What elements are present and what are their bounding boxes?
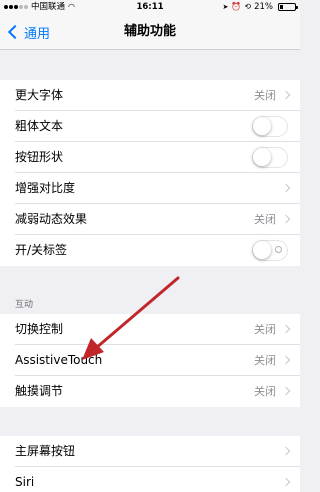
status-bar: 中国联通 ◠ 16:11 ➤ ⏰ ⟲ 21% xyxy=(0,0,300,14)
row-label: 主屏幕按钮 xyxy=(15,444,76,458)
row-label: Siri xyxy=(15,475,35,489)
row-value: 关闭 xyxy=(254,213,276,226)
on-off-labels-toggle[interactable] xyxy=(252,240,288,261)
row-reduce-motion[interactable]: 减弱动态效果 关闭 xyxy=(0,204,300,235)
row-label: 粗体文本 xyxy=(15,119,64,133)
chevron-right-icon xyxy=(281,446,291,456)
status-right: ➤ ⏰ ⟲ 21% xyxy=(222,0,298,14)
chevron-right-icon xyxy=(281,386,291,396)
row-label: 切换控制 xyxy=(15,322,64,336)
row-bold-text: 粗体文本 xyxy=(0,111,300,142)
row-value: 关闭 xyxy=(254,323,276,336)
row-button-shapes: 按钮形状 xyxy=(0,142,300,173)
alarm-icon: ⏰ xyxy=(231,2,242,11)
battery-icon xyxy=(278,3,298,11)
toggle-knob xyxy=(253,117,271,135)
row-value: 关闭 xyxy=(254,89,276,102)
vision-settings-group: 更大字体 关闭 粗体文本 按钮形状 增强对比度 减弱动态效果 关闭 开/关标签 xyxy=(0,80,300,266)
interaction-settings-group: 切换控制 关闭 AssistiveTouch 关闭 触摸调节 关闭 xyxy=(0,314,300,407)
chevron-right-icon xyxy=(281,355,291,365)
toggle-knob xyxy=(253,148,271,166)
row-label: 按钮形状 xyxy=(15,150,64,164)
row-value: 关闭 xyxy=(254,354,276,367)
chevron-right-icon xyxy=(281,324,291,334)
row-touch-accommodations[interactable]: 触摸调节 关闭 xyxy=(0,376,300,407)
row-assistive-touch[interactable]: AssistiveTouch 关闭 xyxy=(0,345,300,376)
page-title: 辅助功能 xyxy=(123,24,176,39)
section-header-interaction: 互动 xyxy=(15,300,34,310)
orientation-lock-icon: ⟲ xyxy=(244,2,252,11)
row-label: 开/关标签 xyxy=(15,243,68,257)
button-shapes-toggle[interactable] xyxy=(252,147,288,168)
off-label-icon xyxy=(275,246,282,253)
home-siri-group: 主屏幕按钮 Siri xyxy=(0,436,300,492)
chevron-right-icon xyxy=(281,477,291,487)
row-label: AssistiveTouch xyxy=(15,353,103,367)
row-label: 触摸调节 xyxy=(15,384,64,398)
row-on-off-labels: 开/关标签 xyxy=(0,235,300,266)
location-icon: ➤ xyxy=(222,3,229,11)
row-label: 减弱动态效果 xyxy=(15,212,88,226)
chevron-right-icon xyxy=(281,90,291,100)
row-larger-text[interactable]: 更大字体 关闭 xyxy=(0,80,300,111)
battery-percent: 21% xyxy=(254,2,273,12)
toggle-knob xyxy=(253,241,271,259)
row-increase-contrast[interactable]: 增强对比度 xyxy=(0,173,300,204)
chevron-right-icon xyxy=(281,214,291,224)
row-label: 更大字体 xyxy=(15,88,64,102)
row-value: 关闭 xyxy=(254,385,276,398)
navigation-bar: 通用 辅助功能 xyxy=(0,14,300,50)
row-switch-control[interactable]: 切换控制 关闭 xyxy=(0,314,300,345)
bold-text-toggle[interactable] xyxy=(252,116,288,137)
row-siri[interactable]: Siri xyxy=(0,467,300,492)
row-home-button[interactable]: 主屏幕按钮 xyxy=(0,436,300,467)
chevron-right-icon xyxy=(281,183,291,193)
row-label: 增强对比度 xyxy=(15,181,76,195)
